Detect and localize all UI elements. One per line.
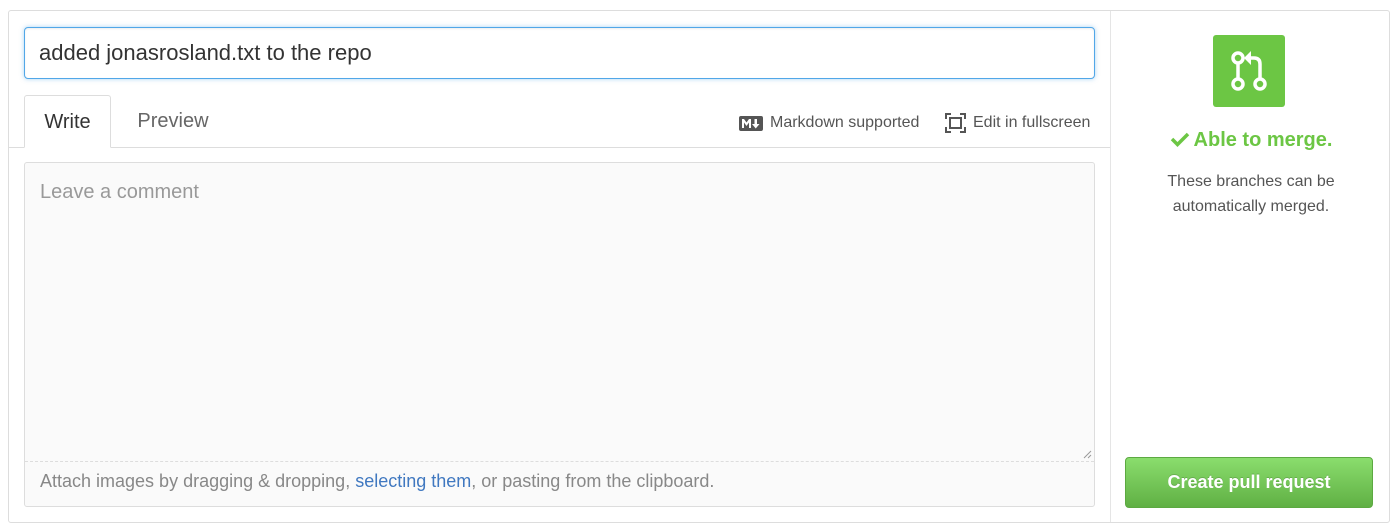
tab-preview[interactable]: Preview	[123, 95, 223, 148]
git-pull-request-icon	[1231, 51, 1267, 91]
fullscreen-icon	[945, 113, 966, 133]
markdown-icon	[739, 115, 763, 131]
attach-suffix: , or pasting from the clipboard.	[471, 471, 715, 491]
sidebar-divider	[1110, 11, 1111, 522]
merge-status: Able to merge.	[1111, 129, 1391, 152]
pr-title-input[interactable]	[24, 27, 1095, 79]
markdown-supported-label: Markdown supported	[770, 114, 920, 131]
merge-description: These branches can be automatically merg…	[1111, 169, 1391, 219]
tab-write[interactable]: Write	[24, 95, 111, 148]
drop-zone-divider	[25, 461, 1094, 462]
attach-prefix: Attach images by dragging & dropping,	[40, 471, 356, 491]
select-files-link[interactable]: selecting them	[355, 471, 471, 491]
resize-grip-icon[interactable]	[1082, 449, 1092, 459]
edit-fullscreen-label: Edit in fullscreen	[973, 114, 1091, 131]
markdown-supported-link[interactable]: Markdown supported	[739, 111, 919, 135]
tab-preview-label: Preview	[137, 110, 209, 132]
merge-status-icon-box	[1213, 35, 1285, 107]
merge-description-line2: automatically merged.	[1172, 198, 1330, 215]
merge-status-text: Able to merge.	[1193, 129, 1333, 151]
comment-box: Attach images by dragging & dropping, se…	[24, 162, 1095, 507]
edit-fullscreen-button[interactable]: Edit in fullscreen	[945, 111, 1090, 135]
attach-images-hint: Attach images by dragging & dropping, se…	[40, 471, 714, 492]
tab-write-label: Write	[44, 111, 91, 133]
check-icon	[1170, 132, 1189, 147]
pull-request-form: Write Preview Markdown supported Edit in…	[8, 10, 1390, 523]
merge-description-line1: These branches can be	[1167, 173, 1335, 190]
comment-textarea[interactable]	[25, 163, 1094, 461]
create-pull-request-button[interactable]: Create pull request	[1125, 457, 1373, 508]
